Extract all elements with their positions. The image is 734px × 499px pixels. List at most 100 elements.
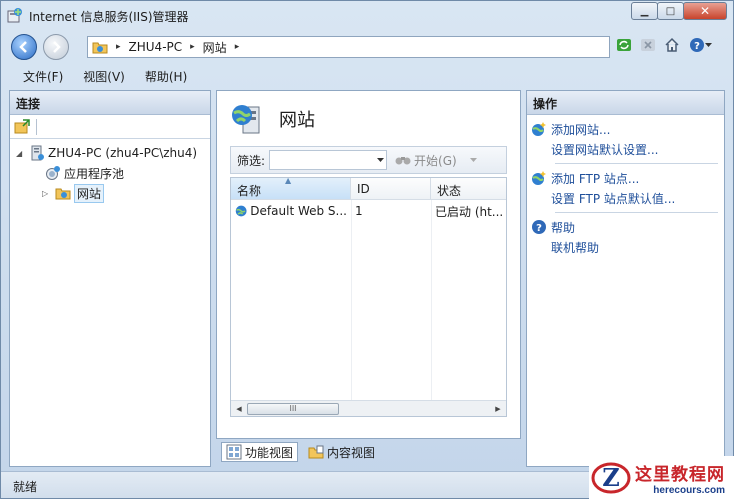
actions-header: 操作 (527, 91, 724, 115)
tree-node-sites[interactable]: ▷ 网站 (16, 183, 210, 203)
toolbar-divider (36, 118, 37, 135)
svg-text:?: ? (694, 41, 700, 52)
column-divider (351, 200, 352, 400)
iis-app-icon (7, 8, 22, 23)
tree-node-app-pools[interactable]: 应用程序池 (16, 163, 210, 183)
menu-view[interactable]: 视图(V) (83, 68, 125, 85)
column-label: 名称 (237, 184, 262, 198)
divider (555, 212, 718, 213)
actions-list: 添加网站... 设置网站默认设置... 添加 FTP 站点... 设置 FTP … (527, 115, 724, 257)
chevron-down-icon[interactable] (377, 158, 385, 163)
action-label: 添加 FTP 站点... (551, 171, 640, 186)
breadcrumb-sites[interactable]: 网站 (203, 39, 227, 56)
arrow-left-icon (19, 41, 27, 53)
action-label: 设置 FTP 站点默认值... (551, 191, 676, 206)
action-add-site[interactable]: 添加网站... (527, 119, 724, 139)
horizontal-scrollbar[interactable]: ◀ III ▶ (231, 400, 506, 416)
action-site-defaults[interactable]: 设置网站默认设置... (527, 139, 724, 159)
action-label: 联机帮助 (551, 240, 600, 255)
navigation-bar: ▸ ZHU4-PC ▸ 网站 ▸ ? (1, 29, 733, 63)
tree-label: 应用程序池 (64, 166, 125, 181)
tree-label: 网站 (74, 183, 105, 203)
tree-label: ZHU4-PC (zhu4-PC\zhu4) (48, 146, 198, 160)
filter-bar: 筛选: 开始(G) (230, 146, 507, 174)
refresh-button[interactable] (615, 36, 633, 54)
menu-bar: 文件(F) 视图(V) 帮助(H) (1, 65, 733, 87)
forward-button[interactable] (43, 34, 69, 60)
column-divider (431, 200, 432, 400)
tab-features-view[interactable]: 功能视图 (221, 442, 299, 462)
action-help[interactable]: ? 帮助 (527, 217, 724, 237)
breadcrumb-separator: ▸ (190, 42, 195, 52)
tab-content-view[interactable]: 内容视图 (304, 442, 379, 462)
grid-header: ▲ 名称 ID 状态 (231, 176, 506, 200)
connections-header: 连接 (10, 91, 210, 115)
features-view-icon (226, 444, 242, 460)
view-tabs: 功能视图 内容视图 (221, 442, 379, 462)
table-row[interactable]: Default Web S... 1 已启动 (ht... (231, 200, 506, 222)
divider (555, 163, 718, 164)
watermark-cn: 这里教程网 (635, 465, 725, 485)
connections-toolbar (10, 115, 210, 139)
filter-input[interactable] (269, 150, 388, 170)
window-title: Internet 信息服务(IIS)管理器 (29, 10, 189, 24)
home-button[interactable] (663, 36, 681, 54)
menu-help[interactable]: 帮助(H) (145, 68, 187, 85)
binoculars-icon (395, 157, 411, 165)
status-text: 就绪 (13, 480, 38, 494)
main-content-panel: 网站 筛选: 开始(G) ▲ 名称 ID 状态 Default Web S...… (216, 90, 521, 439)
collapse-toggle[interactable]: ◢ (16, 149, 26, 158)
minimize-button[interactable]: ▁ (631, 2, 658, 20)
action-label: 帮助 (551, 220, 576, 235)
home-icon (665, 37, 679, 52)
sites-folder-icon (55, 185, 71, 201)
cell-name: Default Web S... (250, 204, 347, 218)
filter-label: 筛选: (237, 153, 266, 168)
tab-label: 功能视图 (245, 445, 294, 460)
help-dropdown-button[interactable]: ? (687, 36, 713, 54)
breadcrumb-separator: ▸ (116, 42, 121, 52)
page-title: 网站 (229, 101, 315, 137)
action-online-help[interactable]: 联机帮助 (527, 237, 724, 257)
column-header-name[interactable]: ▲ 名称 (231, 176, 351, 199)
tree-node-server[interactable]: ◢ ZHU4-PC (zhu4-PC\zhu4) (16, 143, 210, 163)
action-label: 设置网站默认设置... (551, 142, 659, 157)
scroll-left-icon[interactable]: ◀ (231, 405, 247, 413)
refresh-icon (617, 39, 631, 51)
scroll-thumb[interactable]: III (247, 402, 339, 415)
tab-label: 内容视图 (327, 445, 376, 460)
title-bar: Internet 信息服务(IIS)管理器 ▁ □ ✕ (1, 1, 733, 29)
close-button[interactable]: ✕ (683, 2, 727, 20)
back-button[interactable] (11, 34, 37, 60)
cell-status: 已启动 (ht... (435, 204, 504, 219)
watermark-logo-icon: Z (591, 462, 631, 494)
server-icon (29, 145, 45, 161)
column-header-status[interactable]: 状态 (431, 178, 506, 199)
help-icon: ? (532, 220, 546, 234)
create-connection-icon[interactable] (14, 118, 30, 135)
add-site-icon (532, 122, 546, 136)
menu-file[interactable]: 文件(F) (23, 68, 63, 85)
chevron-down-icon[interactable] (469, 157, 477, 163)
breadcrumb-separator: ▸ (234, 42, 240, 52)
go-button[interactable]: 开始(G) (395, 152, 477, 169)
actions-panel: 操作 添加网站... 设置网站默认设置... 添加 FTP 站点... 设置 F… (526, 90, 725, 467)
address-bar[interactable]: ▸ ZHU4-PC ▸ 网站 ▸ (87, 36, 610, 58)
content-view-icon (308, 445, 324, 459)
column-header-id[interactable]: ID (351, 178, 431, 199)
maximize-button[interactable]: □ (657, 2, 684, 20)
action-label: 添加网站... (551, 122, 611, 137)
watermark: Z 这里教程网 herecours.com (589, 456, 734, 499)
stop-button[interactable] (639, 36, 657, 54)
svg-text:?: ? (536, 223, 542, 234)
expand-toggle[interactable]: ▷ (42, 189, 52, 198)
page-title-text: 网站 (279, 110, 315, 131)
arrow-right-icon (53, 41, 61, 53)
watermark-logo-letter: Z (602, 463, 620, 492)
iis-manager-window: Internet 信息服务(IIS)管理器 ▁ □ ✕ ▸ ZHU4-PC ▸ … (0, 0, 734, 499)
add-ftp-icon (532, 171, 546, 185)
breadcrumb-server[interactable]: ZHU4-PC (129, 40, 183, 54)
action-add-ftp-site[interactable]: 添加 FTP 站点... (527, 168, 724, 188)
action-ftp-defaults[interactable]: 设置 FTP 站点默认值... (527, 188, 724, 208)
scroll-right-icon[interactable]: ▶ (490, 405, 506, 413)
